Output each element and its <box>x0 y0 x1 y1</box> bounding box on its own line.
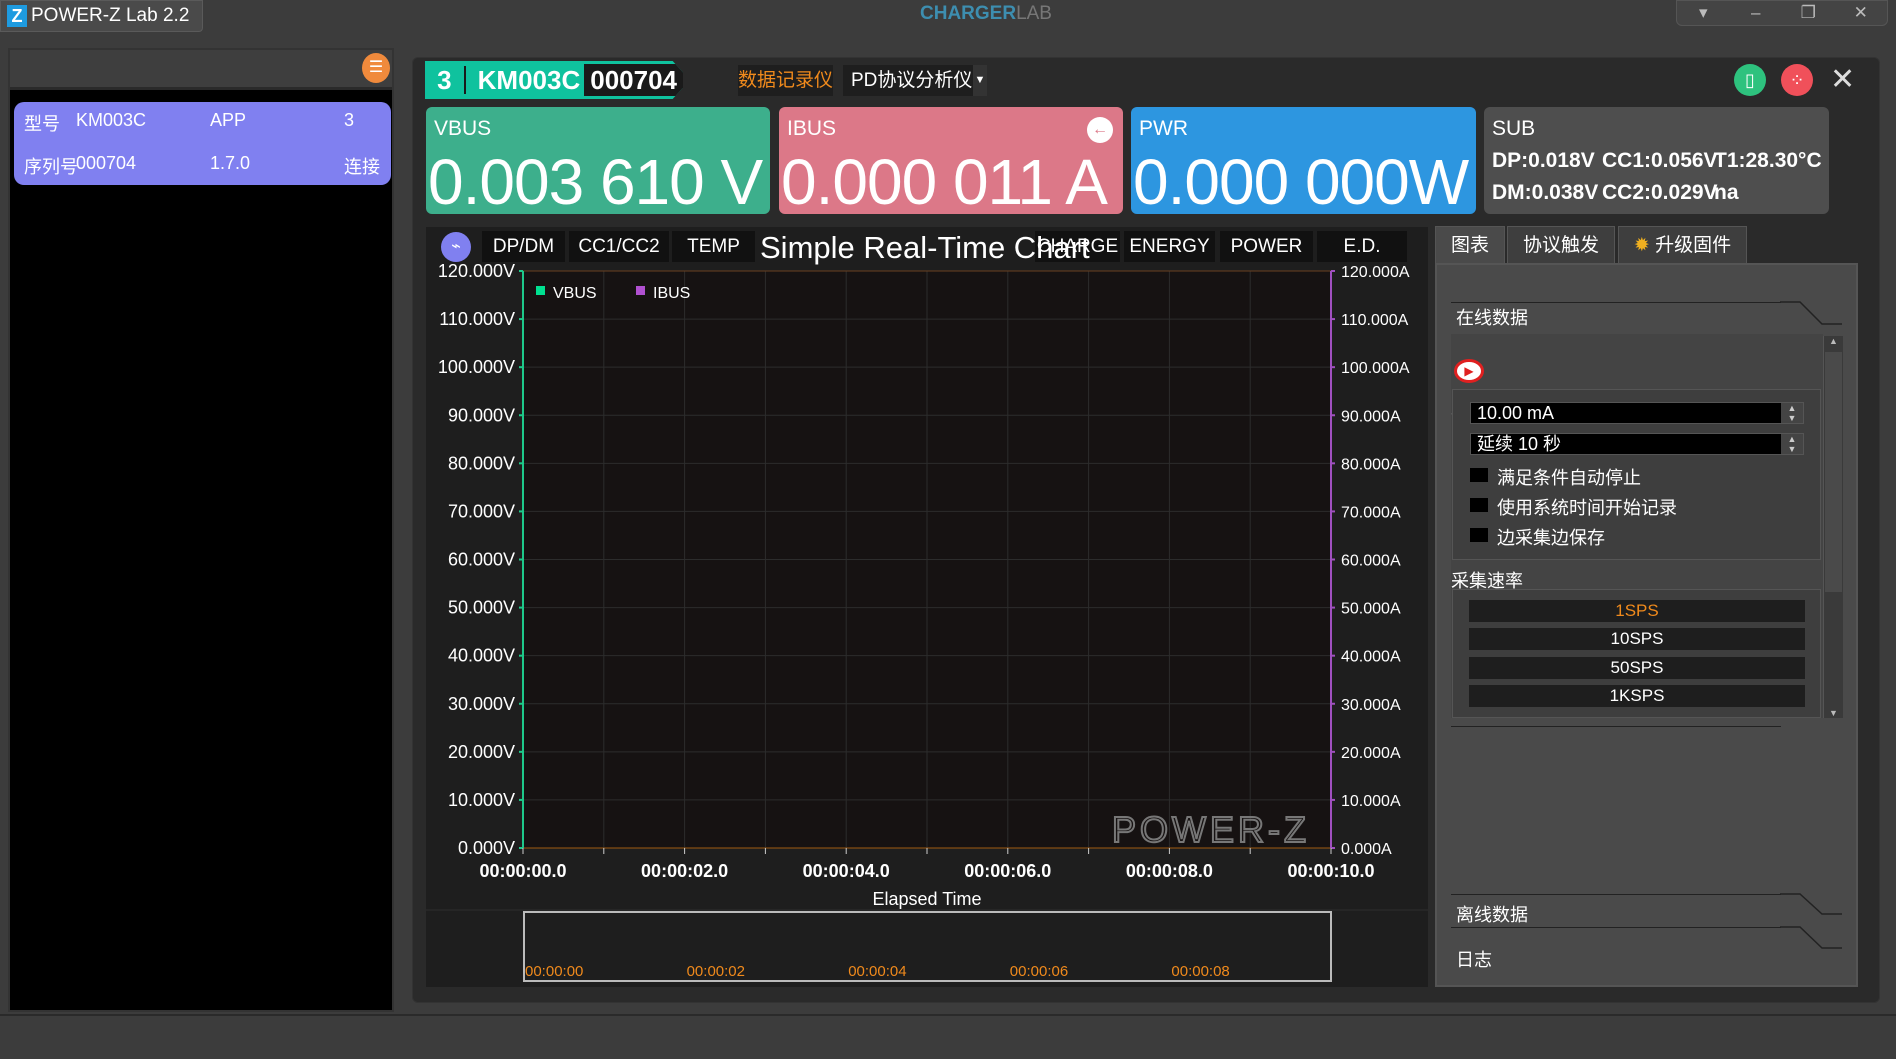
navigator-tick-label: 00:00:08 <box>1171 963 1229 980</box>
save-while-collect-checkbox[interactable] <box>1470 528 1488 542</box>
y-left-tick-label: 70.000V <box>448 501 515 521</box>
y-left-tick-label: 120.000V <box>438 261 515 281</box>
online-data-header[interactable]: 在线数据 <box>1456 304 1528 330</box>
y-left-tick-label: 40.000V <box>448 646 515 666</box>
y-left-tick-label: 30.000V <box>448 694 515 714</box>
x-tick-label: 00:00:02.0 <box>641 861 728 881</box>
x-tick-label: 00:00:04.0 <box>803 861 890 881</box>
y-right-tick-label: 70.000A <box>1341 504 1401 521</box>
y-left-tick-label: 50.000V <box>448 598 515 618</box>
rate-50sps-button[interactable]: 50SPS <box>1469 657 1805 679</box>
legend-swatch <box>536 286 545 295</box>
y-right-tick-label: 50.000A <box>1341 601 1401 618</box>
auto-stop-checkbox[interactable] <box>1470 468 1488 482</box>
section-slant-decor <box>1780 301 1842 949</box>
x-axis-label: Elapsed Time <box>872 889 981 909</box>
play-icon[interactable]: ▶ <box>1454 359 1484 383</box>
legend-label: VBUS <box>553 285 597 302</box>
y-right-tick-label: 20.000A <box>1341 745 1401 762</box>
y-right-tick-label: 100.000A <box>1341 360 1410 377</box>
x-tick-label: 00:00:10.0 <box>1287 861 1374 881</box>
navigator-tick-label: 00:00:00 <box>525 963 583 980</box>
watermark-logo: POWER-Z <box>1112 809 1310 850</box>
x-tick-label: 00:00:08.0 <box>1126 861 1213 881</box>
status-bar <box>0 1014 1896 1059</box>
current-threshold-input[interactable]: 10.00 mA ▲ ▼ <box>1470 402 1804 424</box>
tab-upgrade-firmware[interactable]: ✹ 升级固件 <box>1618 226 1747 264</box>
y-right-tick-label: 30.000A <box>1341 697 1401 714</box>
duration-input[interactable]: 延续 10 秒 ▲ ▼ <box>1470 433 1804 455</box>
save-while-collect-label: 边采集边保存 <box>1497 528 1605 548</box>
rate-10sps-button[interactable]: 10SPS <box>1469 628 1805 650</box>
auto-stop-label: 满足条件自动停止 <box>1497 468 1641 488</box>
y-right-tick-label: 120.000A <box>1341 264 1410 281</box>
legend-swatch <box>636 286 645 295</box>
tab-chart[interactable]: 图表 <box>1435 226 1505 264</box>
y-left-tick-label: 60.000V <box>448 550 515 570</box>
y-right-tick-label: 60.000A <box>1341 553 1401 570</box>
system-time-checkbox[interactable] <box>1470 498 1488 512</box>
log-header[interactable]: 日志 <box>1456 946 1492 972</box>
y-left-tick-label: 0.000V <box>458 838 515 858</box>
y-left-tick-label: 90.000V <box>448 405 515 425</box>
y-right-tick-label: 80.000A <box>1341 456 1401 473</box>
y-right-tick-label: 90.000A <box>1341 408 1401 425</box>
y-left-tick-label: 20.000V <box>448 742 515 762</box>
rate-1sps-button[interactable]: 1SPS <box>1469 600 1805 622</box>
legend-label: IBUS <box>653 285 690 302</box>
tab-protocol-trigger[interactable]: 协议触发 <box>1507 226 1615 264</box>
y-left-tick-label: 10.000V <box>448 790 515 810</box>
y-right-tick-label: 110.000A <box>1341 312 1409 329</box>
offline-data-header[interactable]: 离线数据 <box>1456 901 1528 927</box>
rate-1ksps-button[interactable]: 1KSPS <box>1469 685 1805 707</box>
navigator-tick-label: 00:00:04 <box>848 963 906 980</box>
navigator-tick-label: 00:00:02 <box>687 963 745 980</box>
y-right-tick-label: 10.000A <box>1341 793 1401 810</box>
x-tick-label: 00:00:06.0 <box>964 861 1051 881</box>
y-right-tick-label: 40.000A <box>1341 649 1401 666</box>
y-right-tick-label: 0.000A <box>1341 841 1392 858</box>
x-tick-label: 00:00:00.0 <box>479 861 566 881</box>
navigator-tick-label: 00:00:06 <box>1010 963 1068 980</box>
system-time-label: 使用系统时间开始记录 <box>1497 498 1677 518</box>
y-left-tick-label: 80.000V <box>448 453 515 473</box>
y-left-tick-label: 110.000V <box>439 309 515 329</box>
lightbulb-icon: ✹ <box>1633 235 1650 256</box>
y-left-tick-label: 100.000V <box>438 357 515 377</box>
